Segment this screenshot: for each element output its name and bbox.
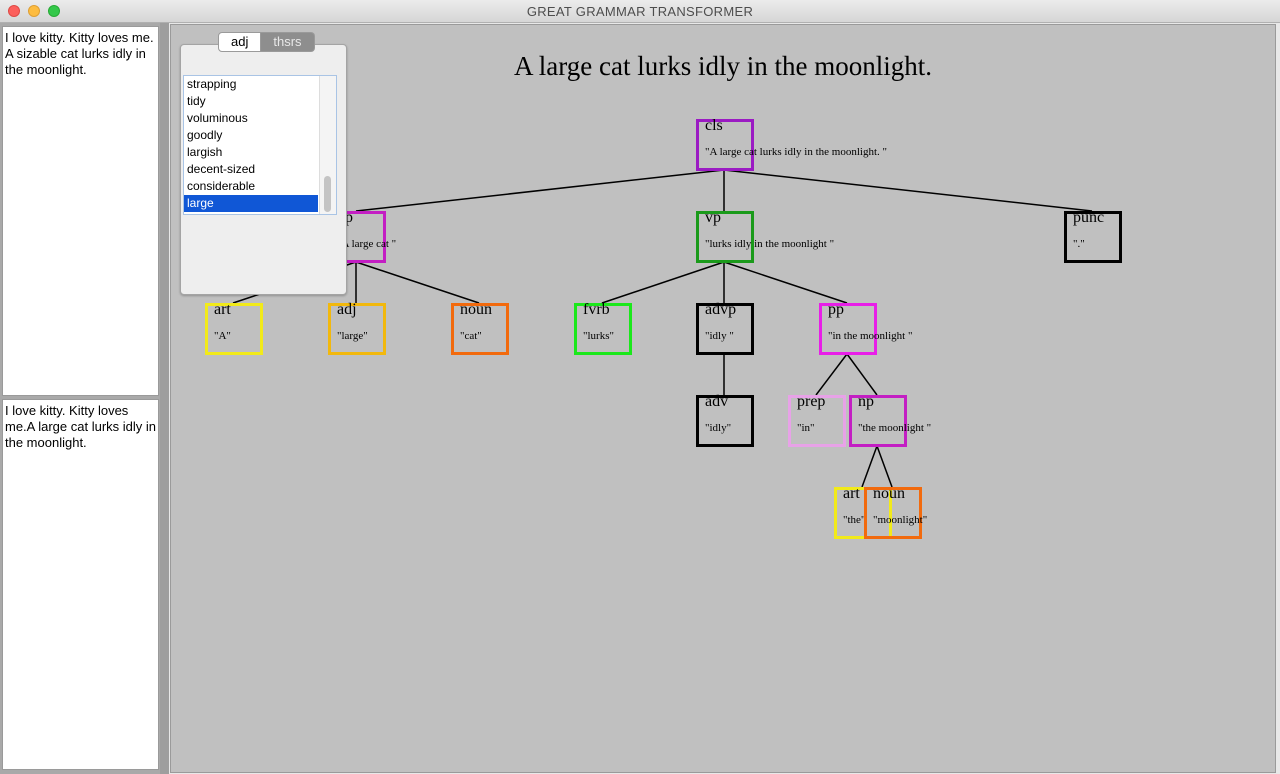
node-text: "large" xyxy=(337,330,368,342)
text-panel: I love kitty. Kitty loves me. A sizable … xyxy=(0,23,169,774)
synonym-item[interactable]: strapping xyxy=(184,76,318,93)
node-label: art xyxy=(214,301,231,318)
node-text: "the" xyxy=(843,514,866,526)
node-label: noun xyxy=(460,301,492,318)
tree-node-vp[interactable]: vp "lurks idly in the moonlight " xyxy=(696,209,834,263)
tree-node-art[interactable]: art "A" xyxy=(205,301,263,355)
synonym-item[interactable]: goodly xyxy=(184,127,318,144)
node-text: "in the moonlight " xyxy=(828,330,913,342)
node-label: noun xyxy=(873,485,905,502)
output-text-area[interactable]: I love kitty. Kitty loves me.A large cat… xyxy=(2,399,159,770)
node-label: vp xyxy=(705,209,721,226)
node-text: "cat" xyxy=(460,330,482,342)
node-text: "A large cat lurks idly in the moonlight… xyxy=(705,146,888,158)
synonym-item[interactable]: considerable xyxy=(184,178,318,195)
tab-adj[interactable]: adj xyxy=(218,32,262,52)
tree-node-prep[interactable]: prep "in" xyxy=(788,393,846,447)
synonym-item[interactable]: largish xyxy=(184,144,318,161)
synonym-item[interactable]: decent-sized xyxy=(184,161,318,178)
node-label: art xyxy=(843,485,860,502)
node-label: advp xyxy=(705,301,737,318)
title-bar: GREAT GRAMMAR TRANSFORMER xyxy=(0,0,1280,23)
node-text: "the moonlight " xyxy=(858,422,932,434)
tab-thsrs[interactable]: thsrs xyxy=(261,32,315,52)
tree-node-advp[interactable]: advp "idly " xyxy=(696,301,754,355)
node-text: "moonlight" xyxy=(873,514,928,526)
tree-node-noun-moonlight[interactable]: noun "moonlight" xyxy=(864,485,927,539)
node-text: "in" xyxy=(797,422,815,434)
tree-node-pp[interactable]: pp "in the moonlight " xyxy=(819,301,912,355)
node-label: np xyxy=(858,393,874,410)
thesaurus-tabs: adj thsrs xyxy=(218,32,315,52)
node-label: adj xyxy=(337,301,357,318)
node-text: "A" xyxy=(214,330,231,342)
node-label: punc xyxy=(1073,209,1105,226)
node-label: cls xyxy=(705,117,723,134)
tree-node-punc[interactable]: punc "." xyxy=(1064,209,1122,263)
tree-node-fvrb[interactable]: fvrb "lurks" xyxy=(574,301,632,355)
tree-node-noun[interactable]: noun "cat" xyxy=(451,301,509,355)
synonym-item[interactable]: voluminous xyxy=(184,110,318,127)
tree-node-np-moonlight[interactable]: np "the moonlight " xyxy=(849,393,931,447)
split-pane-divider[interactable] xyxy=(160,23,169,774)
tree-node-cls[interactable]: cls "A large cat lurks idly in the moonl… xyxy=(696,117,887,171)
node-text: "idly" xyxy=(705,422,732,434)
scrollbar-thumb[interactable] xyxy=(324,176,331,212)
node-text: "." xyxy=(1073,238,1085,250)
tree-node-adv[interactable]: adv "idly" xyxy=(696,393,754,447)
node-text: "lurks idly in the moonlight " xyxy=(705,238,835,250)
node-label: pp xyxy=(828,301,844,318)
synonym-item-selected[interactable]: large xyxy=(184,195,318,212)
synonym-list[interactable]: strapping tidy voluminous goodly largish… xyxy=(183,75,337,215)
node-label: prep xyxy=(797,393,826,410)
synonym-item[interactable]: tidy xyxy=(184,93,318,110)
thesaurus-panel: adj thsrs strapping tidy voluminous good… xyxy=(180,32,347,295)
node-text: "lurks" xyxy=(583,330,614,342)
window-title: GREAT GRAMMAR TRANSFORMER xyxy=(526,4,754,19)
synonym-scrollbar[interactable] xyxy=(319,76,336,214)
input-text-area[interactable]: I love kitty. Kitty loves me. A sizable … xyxy=(2,26,159,396)
node-label: adv xyxy=(705,393,729,410)
node-label: fvrb xyxy=(583,301,610,318)
tree-node-adj[interactable]: adj "large" xyxy=(328,301,386,355)
node-text: "idly " xyxy=(705,330,734,342)
